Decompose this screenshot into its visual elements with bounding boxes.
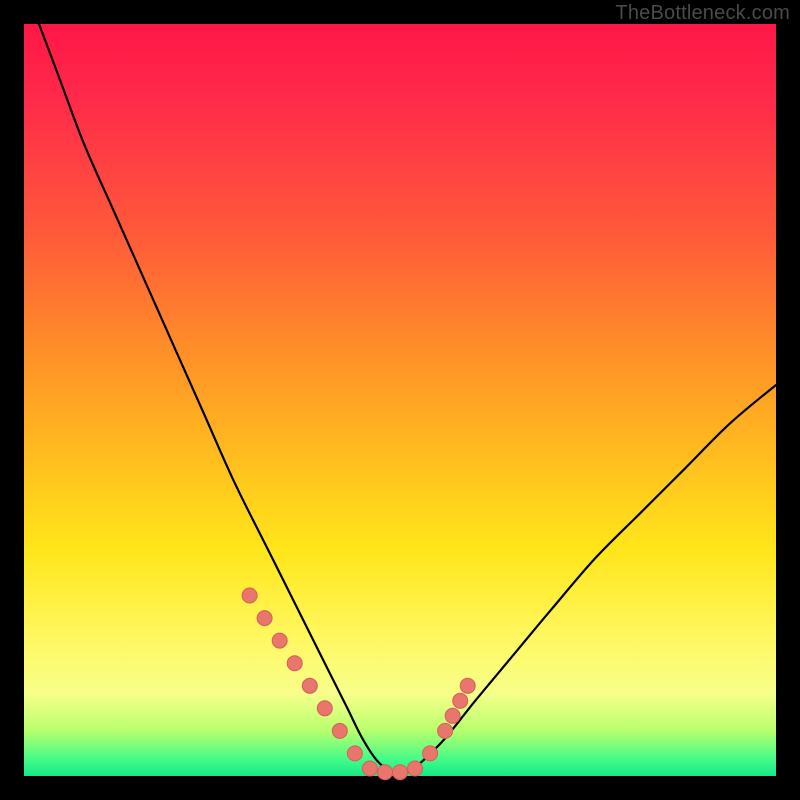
marker-point xyxy=(257,611,272,626)
attribution-text: TheBottleneck.com xyxy=(615,2,790,25)
bottleneck-curve xyxy=(39,24,776,774)
marker-point xyxy=(460,678,475,693)
marker-point xyxy=(378,765,393,780)
plot-area xyxy=(24,24,776,776)
marker-point xyxy=(287,656,302,671)
marker-point xyxy=(347,746,362,761)
marker-point xyxy=(408,761,423,776)
marker-point xyxy=(445,708,460,723)
marker-point xyxy=(332,723,347,738)
marker-point xyxy=(317,701,332,716)
marker-point xyxy=(302,678,317,693)
marker-point xyxy=(242,588,257,603)
marker-point xyxy=(453,693,468,708)
chart-frame: TheBottleneck.com xyxy=(0,0,800,800)
marker-group xyxy=(242,588,475,780)
chart-svg xyxy=(24,24,776,776)
marker-point xyxy=(423,746,438,761)
marker-point xyxy=(393,765,408,780)
marker-point xyxy=(362,761,377,776)
marker-point xyxy=(272,633,287,648)
marker-point xyxy=(438,723,453,738)
